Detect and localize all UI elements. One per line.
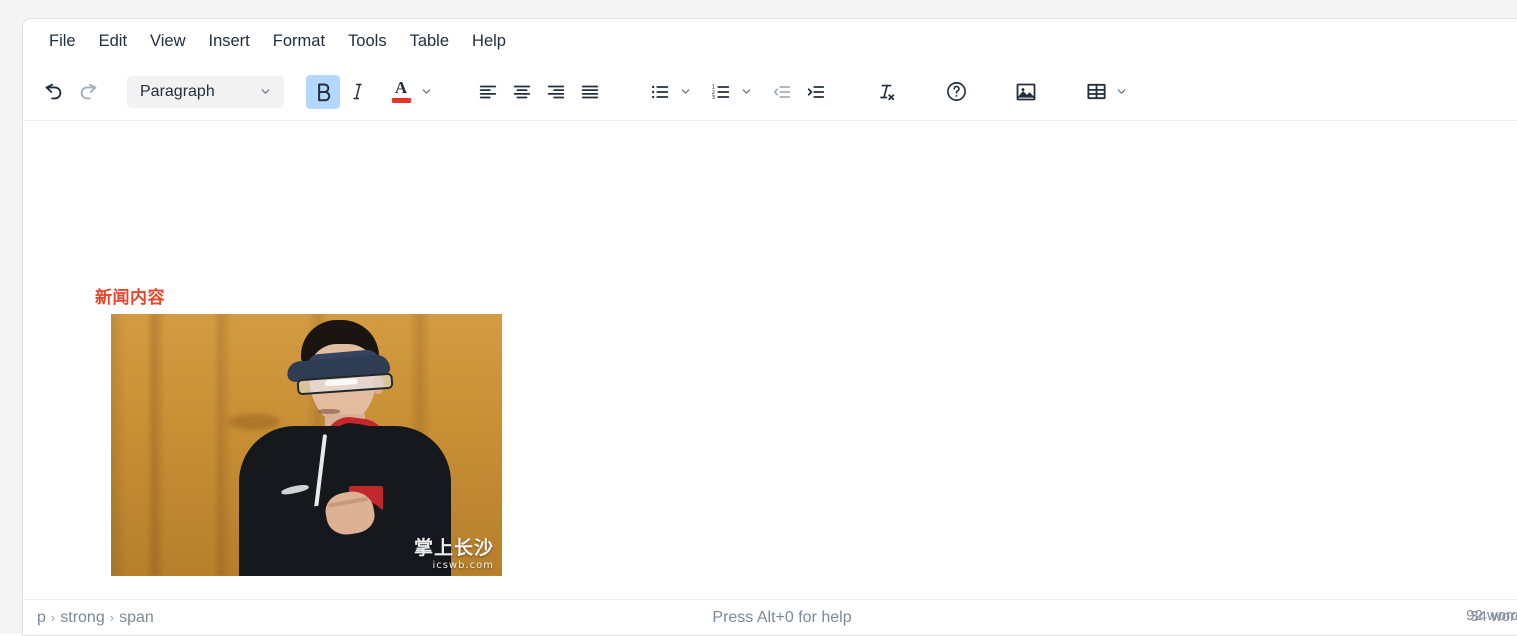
text-color-swatch bbox=[391, 98, 411, 103]
menu-help[interactable]: Help bbox=[461, 26, 517, 56]
outdent-button[interactable] bbox=[765, 75, 799, 109]
align-center-button[interactable] bbox=[505, 75, 539, 109]
menu-file[interactable]: File bbox=[38, 26, 87, 56]
indent-icon bbox=[805, 81, 827, 103]
table-button[interactable] bbox=[1079, 75, 1113, 109]
clear-formatting-icon bbox=[875, 81, 897, 103]
help-circle-icon bbox=[945, 80, 968, 103]
status-bar: p › strong › span Press Alt+0 for help 3… bbox=[23, 599, 1517, 635]
menu-format[interactable]: Format bbox=[262, 26, 336, 56]
italic-icon bbox=[347, 81, 368, 102]
toolbar: Paragraph A 1 2 3 bbox=[23, 63, 1517, 121]
insert-image-button[interactable] bbox=[1009, 75, 1043, 109]
breadcrumb-item-strong[interactable]: strong bbox=[60, 609, 104, 627]
outdent-icon bbox=[771, 81, 793, 103]
align-right-button[interactable] bbox=[539, 75, 573, 109]
align-center-icon bbox=[511, 81, 533, 103]
breadcrumb-item-span[interactable]: span bbox=[119, 609, 154, 627]
align-justify-icon bbox=[579, 81, 601, 103]
word-count-primary[interactable]: 92 words bbox=[1466, 607, 1517, 624]
editor-content-area[interactable]: 新闻内容 掌上长沙 icswb.com bbox=[23, 121, 1517, 580]
chevron-down-icon bbox=[1117, 89, 1126, 94]
menu-view[interactable]: View bbox=[139, 26, 196, 56]
redo-button[interactable] bbox=[71, 75, 105, 109]
chevron-down-icon bbox=[259, 85, 272, 98]
align-right-icon bbox=[545, 81, 567, 103]
text-color-button[interactable]: A bbox=[384, 75, 418, 109]
undo-icon bbox=[43, 81, 65, 103]
chevron-down-icon bbox=[681, 89, 690, 94]
indent-button[interactable] bbox=[799, 75, 833, 109]
image-wood-knot bbox=[228, 413, 281, 430]
menu-table[interactable]: Table bbox=[399, 26, 460, 56]
content-heading: 新闻内容 bbox=[95, 288, 165, 308]
menu-insert[interactable]: Insert bbox=[198, 26, 261, 56]
breadcrumb: p › strong › span bbox=[31, 609, 160, 627]
block-format-value: Paragraph bbox=[140, 82, 215, 100]
bullet-list-button[interactable] bbox=[643, 75, 677, 109]
help-button[interactable] bbox=[939, 75, 973, 109]
content-image[interactable]: 掌上长沙 icswb.com bbox=[111, 314, 502, 576]
word-count[interactable]: 34 words 92 words bbox=[1413, 607, 1517, 629]
menu-tools[interactable]: Tools bbox=[337, 26, 398, 56]
page-background: File Edit View Insert Format Tools Table… bbox=[0, 0, 1517, 636]
breadcrumb-separator: › bbox=[50, 610, 56, 625]
numbered-list-dropdown-button[interactable] bbox=[738, 75, 755, 109]
numbered-list-button[interactable]: 1 2 3 bbox=[704, 75, 738, 109]
chevron-down-icon bbox=[422, 89, 431, 94]
bold-icon bbox=[313, 81, 334, 102]
redo-icon bbox=[77, 81, 99, 103]
align-justify-button[interactable] bbox=[573, 75, 607, 109]
image-icon bbox=[1014, 80, 1038, 104]
status-help-text: Press Alt+0 for help bbox=[712, 608, 852, 626]
numbered-list-icon: 1 2 3 bbox=[710, 81, 732, 103]
bold-button[interactable] bbox=[306, 74, 340, 109]
bullet-list-icon bbox=[649, 81, 671, 103]
editor-container: File Edit View Insert Format Tools Table… bbox=[22, 18, 1517, 636]
align-left-icon bbox=[477, 81, 499, 103]
text-color-glyph: A bbox=[394, 78, 408, 97]
undo-button[interactable] bbox=[37, 75, 71, 109]
breadcrumb-item-p[interactable]: p bbox=[37, 609, 46, 627]
text-color-dropdown-button[interactable] bbox=[418, 75, 435, 109]
breadcrumb-separator: › bbox=[109, 610, 115, 625]
chevron-down-icon bbox=[742, 89, 751, 94]
menu-bar: File Edit View Insert Format Tools Table… bbox=[23, 19, 1517, 63]
block-format-select[interactable]: Paragraph bbox=[127, 75, 284, 108]
italic-button[interactable] bbox=[340, 75, 374, 109]
table-icon bbox=[1085, 80, 1108, 103]
table-dropdown-button[interactable] bbox=[1113, 75, 1130, 109]
svg-text:3: 3 bbox=[711, 95, 715, 101]
bullet-list-dropdown-button[interactable] bbox=[677, 75, 694, 109]
menu-edit[interactable]: Edit bbox=[88, 26, 138, 56]
clear-formatting-button[interactable] bbox=[869, 75, 903, 109]
align-left-button[interactable] bbox=[471, 75, 505, 109]
